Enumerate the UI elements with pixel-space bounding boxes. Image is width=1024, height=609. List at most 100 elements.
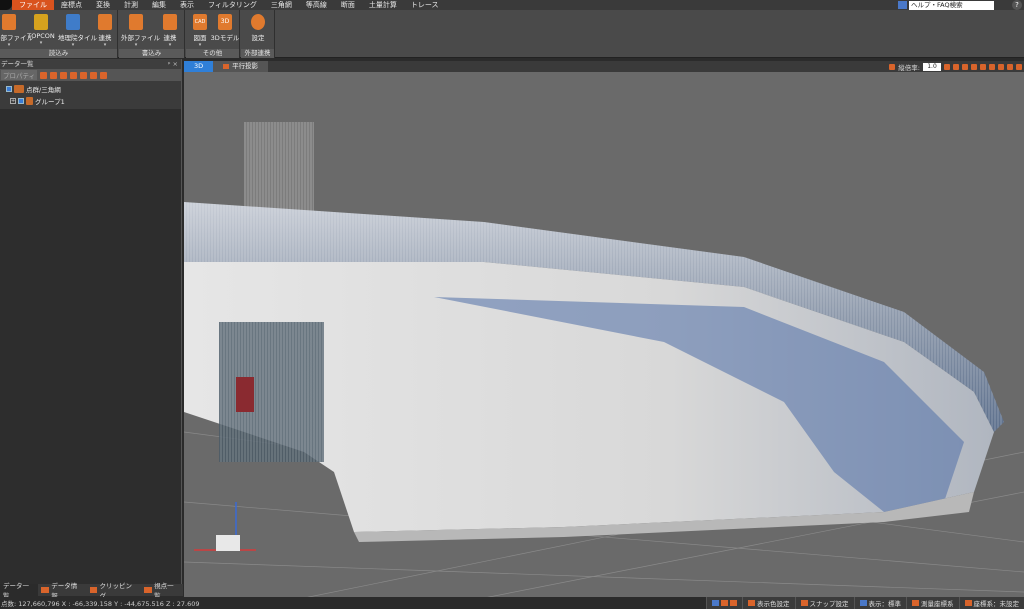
- clipping-icon: [89, 587, 98, 593]
- tool-icon-6[interactable]: [90, 71, 98, 79]
- view-icon-4[interactable]: [971, 63, 977, 70]
- cursor-coordinates: 点数: 127,660,796 X : -66,339.158 Y : -44,…: [1, 600, 200, 608]
- projection-icon: [223, 64, 230, 69]
- ribbon-group-export: 外部ファイル ▾ 連携 ▾ 書込み: [119, 10, 185, 58]
- status-tool-icon-2[interactable]: [721, 600, 728, 606]
- tree-node-group[interactable]: + グループ1: [0, 95, 181, 107]
- panel-toolbar: プロパティ: [0, 69, 181, 81]
- view-icon-5[interactable]: [980, 63, 986, 70]
- view-icon-9[interactable]: [1016, 63, 1022, 70]
- cad-icon: CAD: [193, 14, 207, 30]
- link-icon: [98, 14, 112, 30]
- group-icon: [26, 97, 33, 105]
- help-search-input[interactable]: ヘルプ・FAQ検索: [909, 0, 994, 10]
- ribbon-group-external: 設定 外部連携: [241, 10, 275, 58]
- menu-file[interactable]: ファイル: [12, 0, 54, 10]
- tool-icon-2[interactable]: [50, 71, 58, 79]
- export-link-button[interactable]: 連携 ▾: [155, 14, 185, 48]
- display-color-settings-button[interactable]: 表示色設定: [742, 597, 795, 609]
- tree-node-pointcloud[interactable]: 点群/三角網: [0, 83, 181, 95]
- help-question-icon[interactable]: ?: [1012, 0, 1022, 10]
- survey-coord-icon: [912, 600, 919, 606]
- help-search: ヘルプ・FAQ検索: [898, 0, 994, 10]
- menu-coordinate-points[interactable]: 座標点: [54, 0, 89, 10]
- view-controls: 縦倍率: 1.0: [889, 61, 1022, 72]
- display-icon: [859, 600, 867, 606]
- tab-clipping[interactable]: クリッピング: [87, 582, 142, 600]
- tree-checkbox[interactable]: [18, 98, 24, 104]
- menu-bar: ファイル 座標点 変換 計測 編集 表示 フィルタリング 三角網 等高線 断面 …: [0, 0, 1024, 10]
- tab-3d[interactable]: 3D: [184, 61, 214, 72]
- property-button[interactable]: プロパティ: [1, 70, 38, 80]
- tab-viewpoint-list[interactable]: 視点一覧: [141, 582, 183, 600]
- file-icon: [2, 14, 16, 30]
- status-icon-group[interactable]: [706, 597, 742, 609]
- ribbon: 外部ファイル ▾ TOPCON ▾ 地理院タイル ▾ 連携 ▾ 読込み 外部ファ…: [0, 10, 1024, 58]
- snap-icon: [800, 600, 808, 606]
- pointcloud-icon: [14, 85, 24, 93]
- data-tree: 点群/三角網 + グループ1: [0, 81, 181, 109]
- panel-title: データ一覧 ᵖ ×: [0, 59, 181, 69]
- data-list-panel: データ一覧 ᵖ × プロパティ 点群/三角網 + グループ1: [0, 59, 182, 585]
- gear-icon: [251, 14, 265, 30]
- menu-measure[interactable]: 計測: [117, 0, 145, 10]
- view-icon-3[interactable]: [962, 63, 968, 70]
- tool-icon-7[interactable]: [100, 71, 108, 79]
- coordinate-system-button[interactable]: 座標系：未設定: [958, 597, 1024, 609]
- menu-triangle-mesh[interactable]: 三角網: [264, 0, 299, 10]
- ribbon-group-label: 外部連携: [241, 49, 274, 58]
- tab-data-list[interactable]: データ一覧: [0, 582, 39, 600]
- menu-transform[interactable]: 変換: [89, 0, 117, 10]
- export-link-icon: [163, 14, 177, 30]
- tool-icon-1[interactable]: [40, 71, 48, 79]
- ribbon-group-label: 書込み: [119, 49, 184, 58]
- 3d-model-button[interactable]: 3D 3Dモデル: [210, 14, 240, 42]
- 3d-viewport[interactable]: [184, 72, 1024, 598]
- tab-parallel-projection[interactable]: 平行投影: [213, 61, 269, 72]
- ribbon-group-label: その他: [186, 49, 239, 58]
- vertical-scale-label: 縦倍率:: [898, 63, 920, 72]
- view-icon-8[interactable]: [1007, 63, 1013, 70]
- vertical-scale-input[interactable]: 1.0: [923, 62, 941, 71]
- import-topcon-button[interactable]: TOPCON ▾: [26, 14, 56, 46]
- tool-icon-4[interactable]: [70, 71, 78, 79]
- tool-icon-5[interactable]: [80, 71, 88, 79]
- tool-icon-3[interactable]: [60, 71, 68, 79]
- menu-edit[interactable]: 編集: [145, 0, 173, 10]
- display-mode-button[interactable]: 表示：標準: [853, 597, 907, 609]
- settings-button[interactable]: 設定: [243, 14, 273, 42]
- ribbon-group-other: CAD 図面 ▾ 3D 3Dモデル その他: [186, 10, 240, 58]
- snap-settings-button[interactable]: スナップ設定: [794, 597, 854, 609]
- status-buttons: 表示色設定 スナップ設定 表示：標準 測量座標系 座標系：未設定: [706, 597, 1024, 609]
- view-icon-7[interactable]: [998, 63, 1004, 70]
- view-icon-1[interactable]: [944, 63, 950, 70]
- status-bar: 点数: 127,660,796 X : -66,339.158 Y : -44,…: [0, 597, 1024, 609]
- import-gsi-tile-button[interactable]: 地理院タイル ▾: [58, 14, 97, 48]
- tab-data-info[interactable]: データ情報: [38, 582, 86, 600]
- survey-coordinate-button[interactable]: 測量座標系: [906, 597, 959, 609]
- panel-tabs: データ一覧 データ情報 クリッピング 視点一覧: [0, 582, 183, 600]
- expand-icon[interactable]: +: [10, 98, 16, 104]
- panel-pin-close-icon[interactable]: ᵖ ×: [168, 59, 178, 69]
- menu-filtering[interactable]: フィルタリング: [201, 0, 264, 10]
- data-info-icon: [41, 587, 50, 593]
- viewpoint-icon: [144, 587, 153, 593]
- status-tool-icon-3[interactable]: [730, 600, 737, 606]
- import-external-file-button[interactable]: 外部ファイル ▾: [0, 14, 33, 48]
- menu-trace[interactable]: トレース: [404, 0, 446, 10]
- export-file-icon: [129, 14, 143, 30]
- view-icon-6[interactable]: [989, 63, 995, 70]
- topcon-icon: [34, 14, 48, 30]
- export-external-file-button[interactable]: 外部ファイル ▾: [121, 14, 160, 48]
- view-header: 3D 平行投影 縦倍率: 1.0: [184, 61, 1024, 72]
- status-tool-icon-1[interactable]: [712, 600, 719, 606]
- help-search-icon: [898, 1, 907, 9]
- import-link-button[interactable]: 連携 ▾: [90, 14, 120, 48]
- menu-contour[interactable]: 等高線: [299, 0, 334, 10]
- app-logo-icon[interactable]: [0, 0, 12, 10]
- tree-checkbox[interactable]: [6, 86, 12, 92]
- view-icon-2[interactable]: [953, 63, 959, 70]
- menu-cross-section[interactable]: 断面: [334, 0, 362, 10]
- menu-view[interactable]: 表示: [173, 0, 201, 10]
- menu-earthwork[interactable]: 土量計算: [362, 0, 404, 10]
